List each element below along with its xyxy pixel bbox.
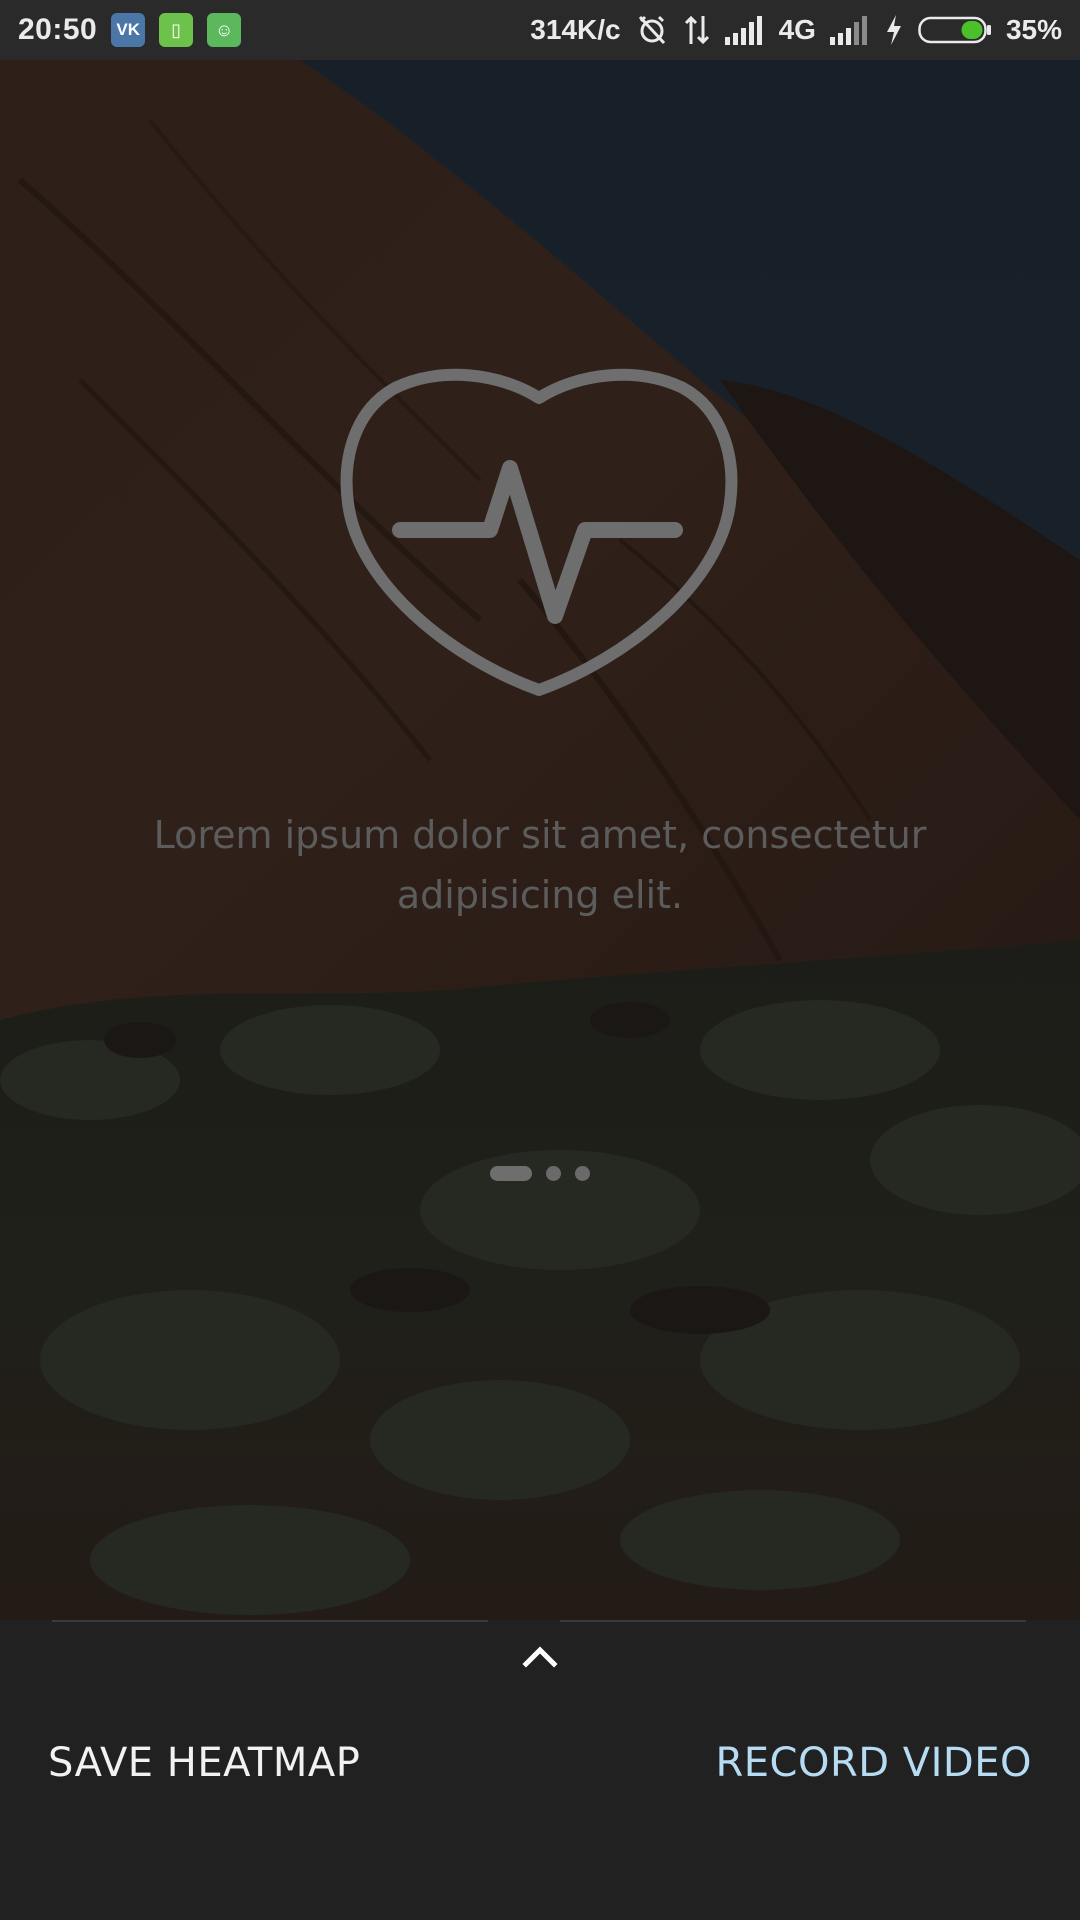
screen: 20:50 VK ▯ ☺ 314K/с 4G 35% Lorem ipsum d…: [0, 0, 1080, 1920]
sheet-divider: [52, 1620, 488, 1622]
page-indicator: [0, 1166, 1080, 1181]
description-line-2: adipisicing elit.: [396, 873, 684, 917]
status-bar-left: 20:50 VK ▯ ☺: [18, 13, 242, 47]
heart-pulse-icon: [340, 368, 738, 696]
bottom-sheet: SAVE HEATMAP RECORD VIDEO: [0, 1620, 1080, 1920]
description-line-1: Lorem ipsum dolor sit amet, consectetur: [153, 813, 927, 857]
save-heatmap-button[interactable]: SAVE HEATMAP: [48, 1740, 360, 1786]
vk-icon: VK: [111, 13, 146, 47]
onboarding-description: Lorem ipsum dolor sit amet, consectetur …: [140, 805, 940, 925]
network-speed: 314K/с: [530, 14, 621, 45]
page-dot-active: [490, 1166, 532, 1181]
signal-strength-icon: [724, 15, 765, 45]
status-bar: 20:50 VK ▯ ☺ 314K/с 4G 35%: [0, 0, 1080, 60]
status-bar-right: 314K/с 4G 35%: [530, 13, 1062, 47]
network-type: 4G: [778, 14, 816, 45]
status-time: 20:50: [18, 13, 98, 46]
battery-percent: 35%: [1005, 14, 1062, 45]
record-video-button[interactable]: RECORD VIDEO: [715, 1740, 1032, 1786]
charging-icon: [884, 14, 904, 46]
sheet-divider: [560, 1620, 1026, 1622]
chevron-up-icon[interactable]: [520, 1640, 560, 1670]
page-dot: [575, 1166, 590, 1181]
data-transfer-icon: [683, 14, 711, 46]
signal-strength-2-icon: [829, 15, 870, 45]
battery-icon: [918, 15, 992, 45]
alarm-off-icon: [635, 13, 669, 47]
page-dot: [546, 1166, 561, 1181]
phone-app-icon: ▯: [159, 13, 194, 47]
onboarding-page[interactable]: Lorem ipsum dolor sit amet, consectetur …: [0, 60, 1080, 1620]
android-icon: ☺: [207, 13, 242, 47]
